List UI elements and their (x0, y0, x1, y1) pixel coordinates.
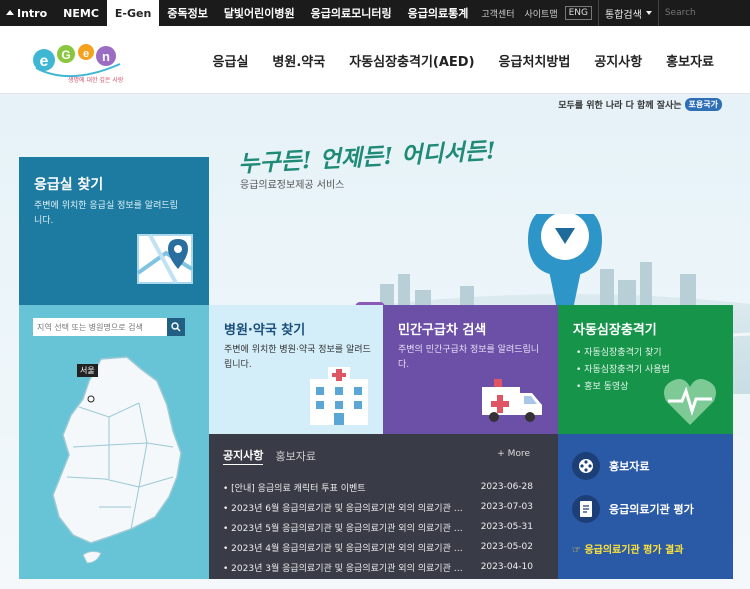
ambulance-panel-desc: 주변의 민간구급차 정보를 알려드립니다. (398, 345, 540, 370)
aed-panel: 자동심장충격기 • 자동심장충격기 찾기 • 자동심장충격기 사용법 • 홍보 … (558, 305, 733, 434)
notice-more-link[interactable]: + More (497, 449, 530, 459)
hospital-evaluation-link[interactable]: 응급의료기관 평가 (572, 495, 694, 523)
ambulance-panel-title: 민간구급차 검색 (398, 323, 487, 338)
notice-row[interactable]: • 2023년 4월 응급의료기관 및 응급의료기관 외의 의료기관 현황 202… (223, 537, 533, 557)
hospital-panel-title: 병원·약국 찾기 (224, 323, 306, 338)
ambulance-icon (482, 379, 542, 422)
heart-pulse-icon (664, 379, 716, 425)
seoul-label[interactable]: 서울 (77, 364, 98, 377)
nav-aed[interactable]: 자동심장충격기(AED) (349, 51, 474, 70)
hero-subtitle: 응급의료정보제공 서비스 (240, 180, 345, 191)
map-pin-icon (136, 234, 194, 284)
tab-promotion[interactable]: 홍보자료 (275, 448, 315, 464)
topbar-item-intro[interactable]: Intro (0, 0, 55, 26)
nav-notice[interactable]: 공지사항 (594, 51, 642, 70)
svg-text:G: G (61, 48, 70, 62)
svg-text:생명에 대한 깊은 사랑: 생명에 대한 깊은 사랑 (68, 76, 124, 84)
hero-title: 누구든! 언제든! 어디서든! (237, 137, 497, 178)
nav-first-aid[interactable]: 응급처치방법 (499, 51, 571, 70)
hospital-icon (310, 367, 368, 425)
korea-map[interactable] (39, 347, 199, 572)
notice-tabs: 공지사항 홍보자료 (223, 447, 316, 465)
svg-text:n: n (102, 49, 110, 64)
sitemap-link[interactable]: 사이트맵 (519, 7, 562, 20)
aed-panel-title: 자동심장충격기 (573, 323, 657, 338)
egen-homepage: Intro NEMC E-Gen 중독정보 달빛어린이병원 응급의료모니터링 응… (0, 0, 750, 589)
topbar-item-moonlight-hospital[interactable]: 달빛어린이병원 (216, 0, 303, 26)
nav-emergency-room[interactable]: 응급실 (213, 51, 249, 70)
slogan-badge: 포용국가 (684, 98, 722, 111)
hospital-pharmacy-panel[interactable]: 병원·약국 찾기 주변에 위치한 병원·약국 정보를 알려드립니다. (209, 305, 383, 434)
search-icon (171, 322, 181, 332)
tab-notice[interactable]: 공지사항 (223, 447, 264, 465)
aed-find-link[interactable]: • 자동심장충격기 찾기 (576, 345, 670, 362)
topbar-item-egen[interactable]: E-Gen (106, 0, 160, 26)
svg-text:e: e (40, 53, 49, 70)
topbar-item-poison[interactable]: 중독정보 (159, 0, 215, 26)
notice-list: • [안내] 응급의료 캐릭터 투표 이벤트 2023-06-28 • 2023년… (223, 477, 533, 577)
svg-text:e: e (83, 48, 89, 60)
e-gen-logo[interactable]: e G e n 생명에 대한 깊은 사랑 (30, 38, 130, 84)
home-icon (6, 9, 14, 15)
film-reel-icon (572, 452, 600, 480)
customer-center-link[interactable]: 고객센터 (476, 7, 519, 20)
aed-video-link[interactable]: • 홍보 동영상 (576, 379, 670, 396)
caret-down-icon (645, 11, 652, 15)
er-search-panel[interactable]: 응급실 찾기 주변에 위치한 응급실 정보를 알려드립니다. (19, 157, 209, 305)
promotion-panel: 홍보자료 응급의료기관 평가 ☞ 응급의료기관 평가 결과 (558, 434, 733, 579)
search-input[interactable] (657, 0, 750, 26)
notice-row[interactable]: • [안내] 응급의료 캐릭터 투표 이벤트 2023-06-28 (223, 477, 533, 497)
main-nav: 응급실 병원.약국 자동심장충격기(AED) 응급처치방법 공지사항 홍보자료 (189, 26, 714, 94)
region-search-input[interactable] (33, 318, 167, 336)
er-panel-desc: 주변에 위치한 응급실 정보를 알려드립니다. (34, 201, 178, 226)
notice-row[interactable]: • 2023년 3월 응급의료기관 및 응급의료기관 외의 의료기관 현황 202… (223, 557, 533, 577)
site-header: e G e n 생명에 대한 깊은 사랑 응급실 병원.약국 자동심장충격기(A… (0, 26, 750, 94)
nav-hospital-pharmacy[interactable]: 병원.약국 (272, 51, 325, 70)
document-check-icon (572, 495, 600, 523)
top-bar: Intro NEMC E-Gen 중독정보 달빛어린이병원 응급의료모니터링 응… (0, 0, 750, 26)
er-panel-title: 응급실 찾기 (34, 177, 104, 193)
evaluation-result-link[interactable]: ☞ 응급의료기관 평가 결과 (572, 541, 683, 556)
region-map-panel: 서울 (19, 305, 209, 579)
private-ambulance-panel[interactable]: 민간구급차 검색 주변의 민간구급차 정보를 알려드립니다. (383, 305, 558, 434)
topbar-item-statistics[interactable]: 응급의료통계 (400, 0, 477, 26)
nav-promotion[interactable]: 홍보자료 (666, 51, 714, 70)
region-search-button[interactable] (167, 318, 185, 336)
government-slogan: 모두를 위한 나라 다 함께 잘사는 포용국가 (558, 98, 722, 111)
notice-board: 공지사항 홍보자료 + More • [안내] 응급의료 캐릭터 투표 이벤트 2… (209, 434, 558, 579)
topbar-item-nemc[interactable]: NEMC (55, 0, 107, 26)
aed-usage-link[interactable]: • 자동심장충격기 사용법 (576, 362, 670, 379)
topbar-item-monitoring[interactable]: 응급의료모니터링 (303, 0, 400, 26)
notice-row[interactable]: • 2023년 5월 응급의료기관 및 응급의료기관 외의 의료기관 현황 202… (223, 517, 533, 537)
search-scope-select[interactable]: 통합검색 (598, 0, 658, 26)
aed-links: • 자동심장충격기 찾기 • 자동심장충격기 사용법 • 홍보 동영상 (576, 345, 670, 396)
english-button[interactable]: ENG (564, 6, 593, 20)
notice-row[interactable]: • 2023년 6월 응급의료기관 및 응급의료기관 외의 의료기관 현황 202… (223, 497, 533, 517)
promo-materials-link[interactable]: 홍보자료 (572, 452, 649, 480)
